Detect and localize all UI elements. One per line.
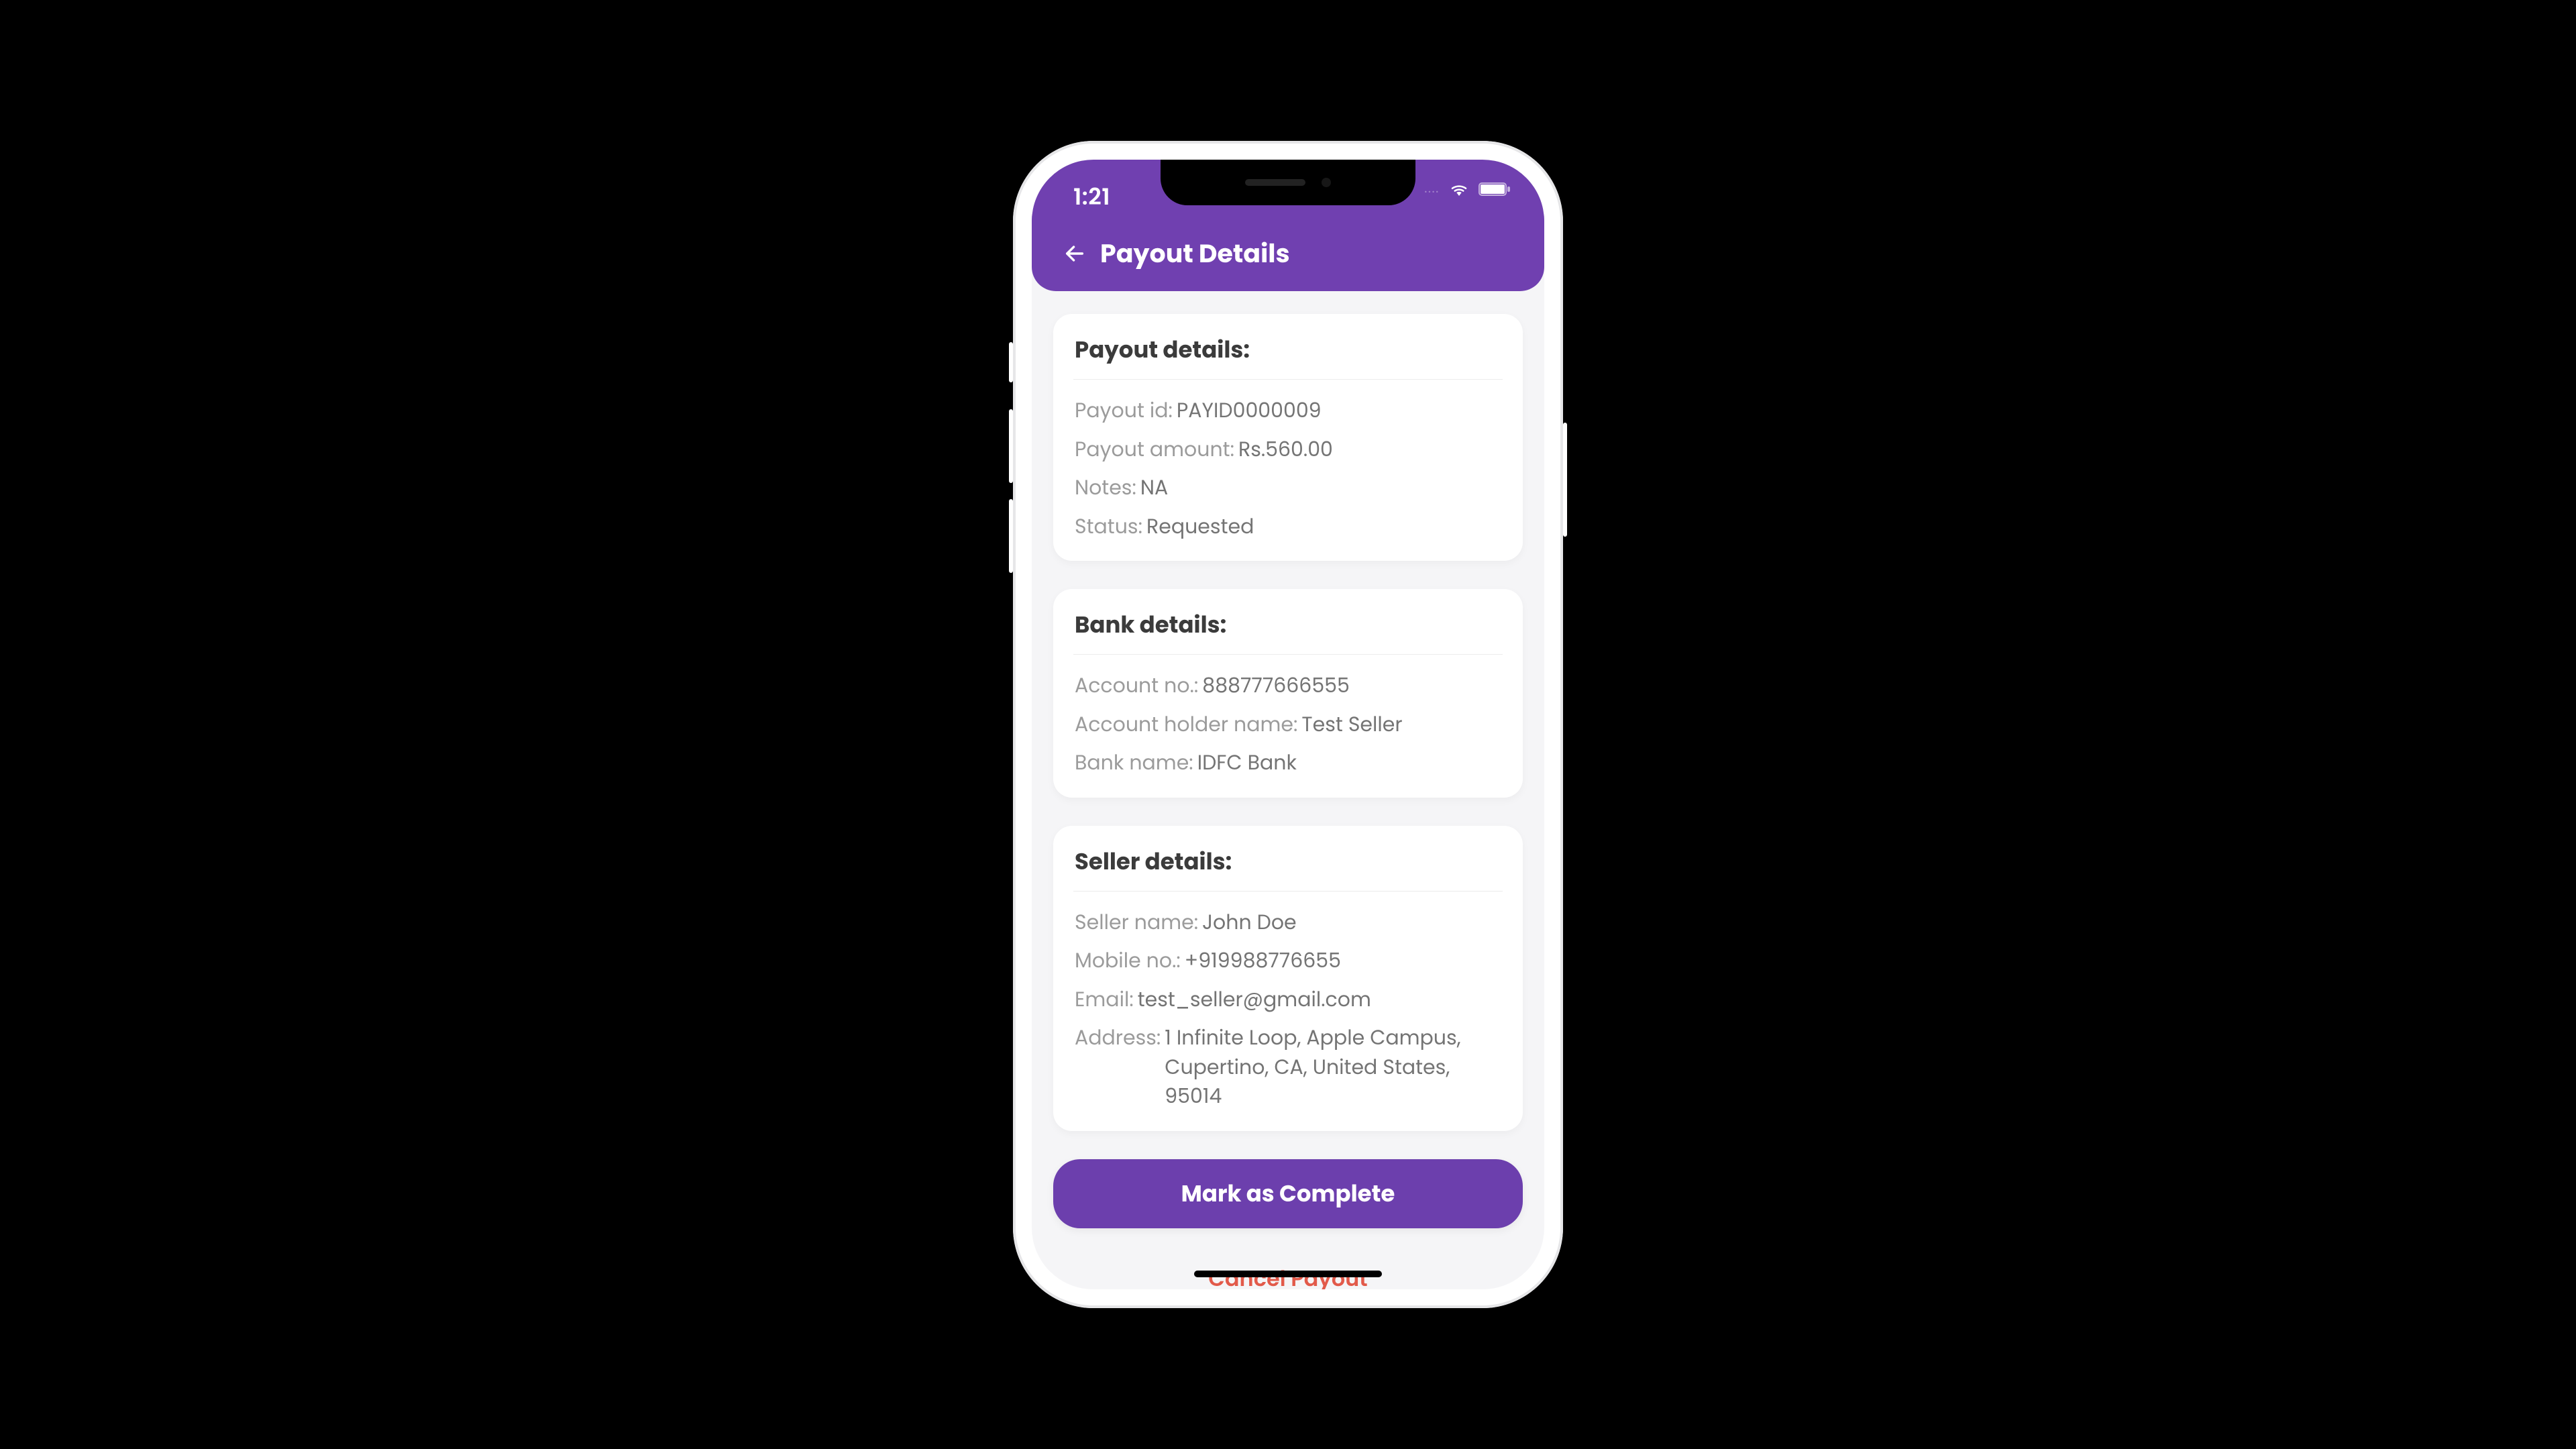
account-holder-label: Account holder name: xyxy=(1075,710,1297,739)
divider xyxy=(1073,654,1503,655)
seller-mobile-label: Mobile no.: xyxy=(1075,946,1181,975)
battery-icon xyxy=(1479,181,1511,197)
bank-card-title: Bank details: xyxy=(1075,608,1501,642)
device-power-button xyxy=(1563,423,1567,537)
device-volume-up xyxy=(1009,409,1013,483)
payout-details-card: Payout details: Payout id: PAYID0000009 … xyxy=(1053,314,1523,561)
bank-name-row: Bank name: IDFC Bank xyxy=(1075,748,1501,777)
divider xyxy=(1073,379,1503,380)
seller-name-label: Seller name: xyxy=(1075,908,1198,937)
seller-email-row: Email: test_seller@gmail.com xyxy=(1075,985,1501,1014)
seller-name-row: Seller name: John Doe xyxy=(1075,908,1501,937)
payout-notes-value: NA xyxy=(1140,473,1168,502)
account-no-label: Account no.: xyxy=(1075,671,1198,700)
device-mute-switch xyxy=(1009,342,1013,382)
account-holder-row: Account holder name: Test Seller xyxy=(1075,710,1501,739)
payout-notes-row: Notes: NA xyxy=(1075,473,1501,502)
payout-amount-value: Rs.560.00 xyxy=(1238,435,1333,464)
back-button[interactable] xyxy=(1061,240,1088,267)
payout-amount-row: Payout amount: Rs.560.00 xyxy=(1075,435,1501,464)
payout-id-row: Payout id: PAYID0000009 xyxy=(1075,396,1501,425)
arrow-left-icon xyxy=(1063,242,1086,265)
seller-mobile-row: Mobile no.: +919988776655 xyxy=(1075,946,1501,975)
page-title: Payout Details xyxy=(1100,235,1290,273)
seller-email-value: test_seller@gmail.com xyxy=(1138,985,1371,1014)
payout-id-label: Payout id: xyxy=(1075,396,1173,425)
payout-status-label: Status: xyxy=(1075,512,1142,541)
account-no-row: Account no.: 888777666555 xyxy=(1075,671,1501,700)
cellular-signal-icon: .... xyxy=(1424,182,1440,197)
device-frame: 1:21 .... Payout Details xyxy=(1013,141,1563,1308)
payout-card-title: Payout details: xyxy=(1075,333,1501,367)
seller-address-row: Address: 1 Infinite Loop, Apple Campus, … xyxy=(1075,1023,1501,1111)
device-speaker xyxy=(1245,179,1305,186)
bank-name-label: Bank name: xyxy=(1075,748,1193,777)
home-indicator[interactable] xyxy=(1194,1271,1382,1277)
payout-notes-label: Notes: xyxy=(1075,473,1136,502)
bank-details-card: Bank details: Account no.: 888777666555 … xyxy=(1053,589,1523,798)
device-camera-icon xyxy=(1322,178,1331,187)
content-scroll[interactable]: Payout details: Payout id: PAYID0000009 … xyxy=(1032,294,1544,1289)
divider xyxy=(1073,891,1503,892)
seller-mobile-value: +919988776655 xyxy=(1185,946,1341,975)
seller-details-card: Seller details: Seller name: John Doe Mo… xyxy=(1053,826,1523,1131)
payout-status-value: Requested xyxy=(1146,512,1254,541)
mark-complete-button[interactable]: Mark as Complete xyxy=(1053,1159,1523,1228)
device-notch xyxy=(1161,160,1415,205)
account-no-value: 888777666555 xyxy=(1202,671,1350,700)
payout-amount-label: Payout amount: xyxy=(1075,435,1234,464)
wifi-icon xyxy=(1449,181,1469,197)
seller-card-title: Seller details: xyxy=(1075,845,1501,879)
seller-name-value: John Doe xyxy=(1202,908,1297,937)
status-right: .... xyxy=(1424,181,1511,197)
seller-address-value: 1 Infinite Loop, Apple Campus, Cupertino… xyxy=(1165,1023,1487,1111)
screen: 1:21 .... Payout Details xyxy=(1032,160,1544,1289)
payout-id-value: PAYID0000009 xyxy=(1177,396,1322,425)
device-volume-down xyxy=(1009,499,1013,573)
seller-email-label: Email: xyxy=(1075,985,1134,1014)
status-time: 1:21 xyxy=(1073,180,1110,214)
stage: 1:21 .... Payout Details xyxy=(0,0,2576,1449)
seller-address-label: Address: xyxy=(1075,1023,1161,1111)
payout-status-row: Status: Requested xyxy=(1075,512,1501,541)
account-holder-value: Test Seller xyxy=(1301,710,1402,739)
bank-name-value: IDFC Bank xyxy=(1197,748,1297,777)
